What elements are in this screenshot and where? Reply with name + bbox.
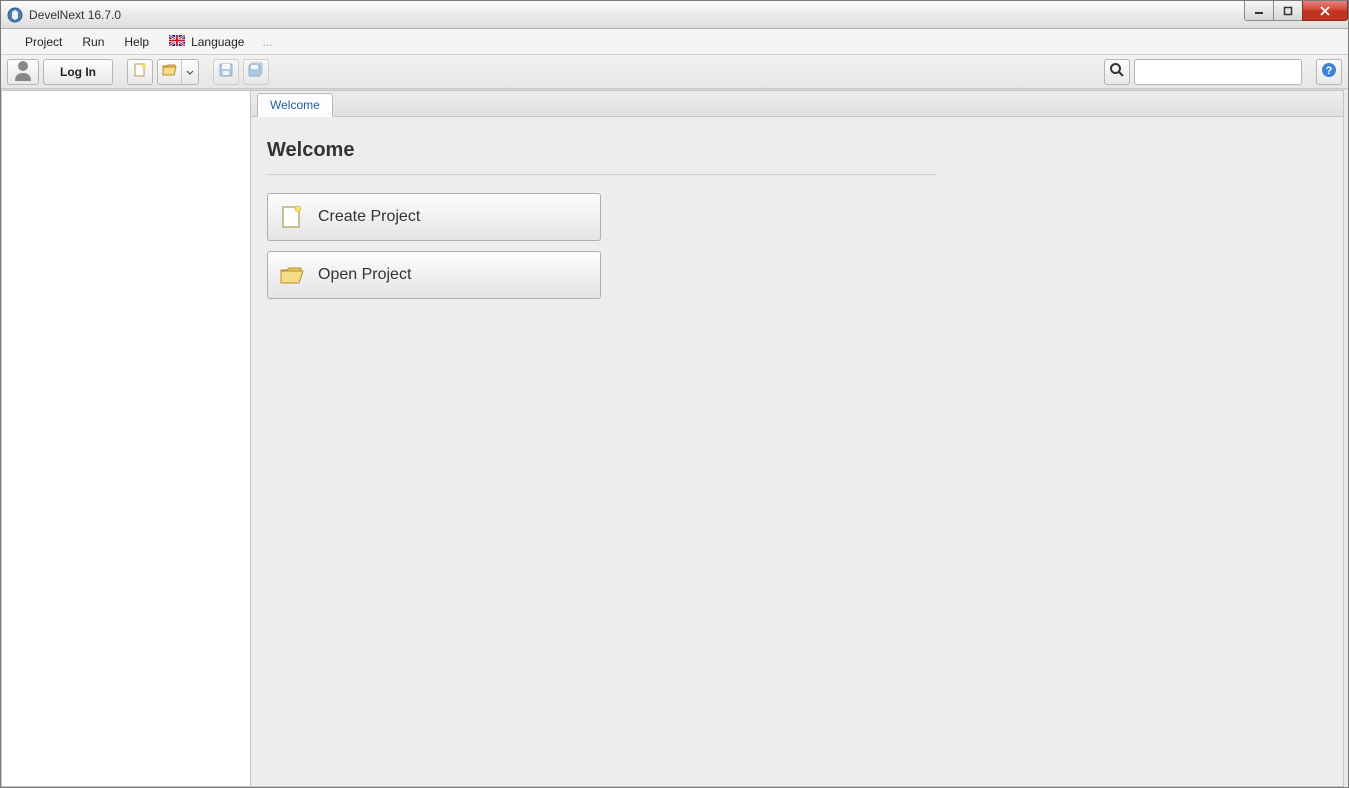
menu-language[interactable]: Language	[159, 31, 254, 53]
user-avatar-button[interactable]	[7, 59, 39, 85]
login-label: Log In	[60, 65, 96, 79]
body-area: Welcome Welcome Create Project	[1, 89, 1348, 787]
maximize-button[interactable]	[1273, 1, 1303, 21]
flag-uk-icon	[169, 35, 185, 49]
app-window: DevelNext 16.7.0 Project Run Help	[0, 0, 1349, 788]
tab-welcome-label: Welcome	[270, 98, 320, 112]
sidebar	[1, 90, 251, 787]
welcome-content: Welcome Create Project	[251, 117, 1343, 786]
titlebar: DevelNext 16.7.0	[1, 1, 1348, 29]
window-title: DevelNext 16.7.0	[29, 8, 121, 22]
open-folder-dropdown[interactable]	[182, 65, 198, 79]
save-all-icon	[247, 62, 265, 81]
menubar: Project Run Help Language ...	[1, 29, 1348, 55]
user-silhouette-icon	[13, 59, 33, 84]
create-project-label: Create Project	[318, 208, 420, 226]
help-button[interactable]: ?	[1316, 59, 1342, 85]
menu-more[interactable]: ...	[254, 31, 280, 53]
welcome-heading: Welcome	[267, 139, 1327, 162]
help-icon: ?	[1321, 62, 1337, 81]
minimize-button[interactable]	[1244, 1, 1274, 21]
login-button[interactable]: Log In	[43, 59, 113, 85]
tab-welcome[interactable]: Welcome	[257, 93, 333, 117]
toolbar: Log In	[1, 55, 1348, 89]
new-document-icon	[278, 203, 306, 231]
divider	[267, 174, 937, 175]
app-icon	[7, 7, 23, 23]
open-project-label: Open Project	[318, 266, 411, 284]
close-button[interactable]	[1302, 1, 1348, 21]
open-folder-button[interactable]	[157, 59, 199, 85]
menu-language-label: Language	[191, 35, 244, 49]
search-icon	[1109, 62, 1125, 81]
new-file-button[interactable]	[127, 59, 153, 85]
window-controls	[1245, 1, 1348, 21]
tabstrip: Welcome	[251, 91, 1343, 117]
open-folder-icon	[278, 261, 306, 289]
create-project-button[interactable]: Create Project	[267, 193, 601, 241]
search-input[interactable]	[1134, 59, 1302, 85]
new-file-icon	[132, 62, 148, 81]
main-panel: Welcome Welcome Create Project	[251, 90, 1344, 787]
save-button[interactable]	[213, 59, 239, 85]
chevron-down-icon	[186, 65, 194, 79]
svg-text:?: ?	[1326, 65, 1333, 77]
folder-open-icon	[162, 62, 178, 81]
open-project-button[interactable]: Open Project	[267, 251, 601, 299]
save-icon	[218, 62, 234, 81]
menu-help[interactable]: Help	[114, 31, 159, 53]
menu-project[interactable]: Project	[15, 31, 72, 53]
save-all-button[interactable]	[243, 59, 269, 85]
search-button[interactable]	[1104, 59, 1130, 85]
menu-run[interactable]: Run	[72, 31, 114, 53]
